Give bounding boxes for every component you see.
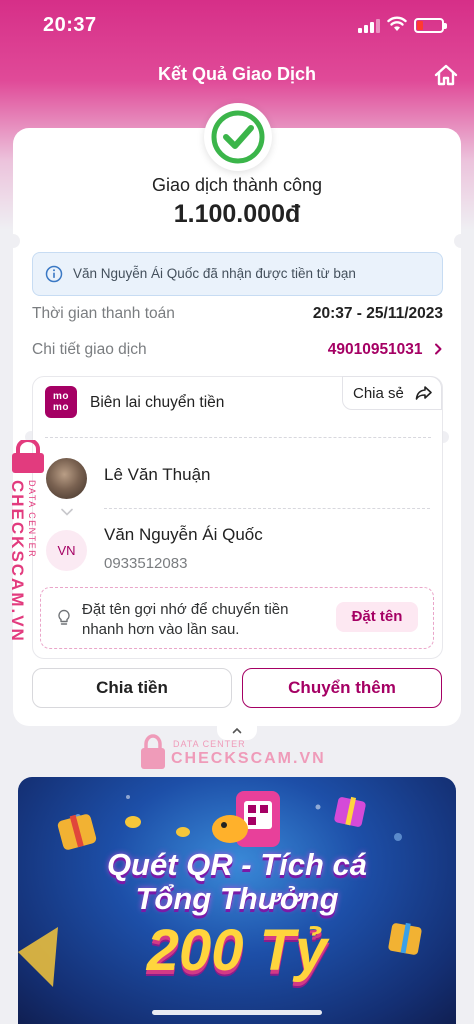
page-title: Kết Quả Giao Dịch <box>157 64 317 84</box>
card-notch-left <box>6 234 20 248</box>
check-circle-icon <box>211 110 265 164</box>
transaction-status: Giao dịch thành công <box>151 175 323 195</box>
home-indicator <box>152 1010 322 1015</box>
chevron-right-icon <box>435 343 442 355</box>
sender-avatar <box>46 458 87 499</box>
receipt-divider-top <box>45 437 431 438</box>
watermark-brand: CHECKSCAM.VN <box>8 480 27 643</box>
promo-banner[interactable]: Quét QR - Tích cá Tổng Thưởng 200 Tỷ <box>18 777 456 1024</box>
transaction-detail-label: Chi tiết giao dịch <box>32 341 147 358</box>
lock-icon <box>12 440 44 473</box>
watermark-vertical: CHECKSCAM.VN DATA CENTER <box>3 440 45 643</box>
home-icon[interactable] <box>434 64 458 86</box>
watermark-center-brand: CHECKSCAM.VN <box>171 750 326 767</box>
battery-icon <box>414 18 447 33</box>
chevron-down-icon <box>61 508 73 516</box>
info-icon <box>45 265 63 283</box>
share-icon <box>415 386 432 400</box>
card-notch-right <box>454 234 468 248</box>
share-button[interactable]: Chia sẻ <box>342 376 442 410</box>
info-notice: Văn Nguyễn Ái Quốc đã nhận được tiền từ … <box>32 252 443 296</box>
payment-time-label: Thời gian thanh toán <box>32 305 175 322</box>
banner-prize: 200 Tỷ <box>146 918 328 983</box>
watermark-center-tagline: DATA CENTER <box>173 739 246 749</box>
receiver-name: Văn Nguyễn Ái Quốc <box>104 525 263 544</box>
sender-name: Lê Văn Thuận <box>104 465 211 484</box>
watermark-tagline: DATA CENTER <box>27 480 37 559</box>
split-money-button[interactable]: Chia tiền <box>32 668 232 708</box>
receiver-avatar: VN <box>46 530 87 571</box>
transaction-id-link[interactable]: 49010951031 <box>328 341 443 361</box>
info-notice-text: Văn Nguyễn Ái Quốc đã nhận được tiền từ … <box>73 266 356 281</box>
transfer-more-button[interactable]: Chuyển thêm <box>242 668 442 708</box>
lock-icon <box>141 734 165 769</box>
banner-headline: Quét QR - Tích cá <box>106 847 368 882</box>
banner-subheadline: Tổng Thưởng <box>135 881 339 916</box>
status-bar: 20:37 <box>0 0 474 52</box>
set-nickname-button[interactable]: Đặt tên <box>336 602 418 632</box>
chevron-up-icon <box>232 727 242 734</box>
receiver-phone: 0933512083 <box>104 555 188 572</box>
receipt-title: Biên lai chuyển tiền <box>90 394 225 411</box>
transaction-id: 49010951031 <box>327 341 423 358</box>
nickname-hint: Đặt tên gợi nhớ để chuyển tiền nhanh hơn… <box>82 601 289 638</box>
watermark-center: DATA CENTER CHECKSCAM.VN <box>140 734 324 774</box>
wifi-icon <box>387 16 407 31</box>
success-badge <box>204 103 272 171</box>
bulb-icon <box>58 609 70 625</box>
payment-time-value: 20:37 - 25/11/2023 <box>312 305 443 322</box>
receipt-divider-mid <box>104 508 430 509</box>
transaction-amount: 1.100.000đ <box>173 200 301 228</box>
share-label: Chia sẻ <box>353 385 404 402</box>
momo-logo: mo mo <box>45 386 77 418</box>
status-time: 20:37 <box>43 14 97 36</box>
signal-icon <box>358 19 380 33</box>
